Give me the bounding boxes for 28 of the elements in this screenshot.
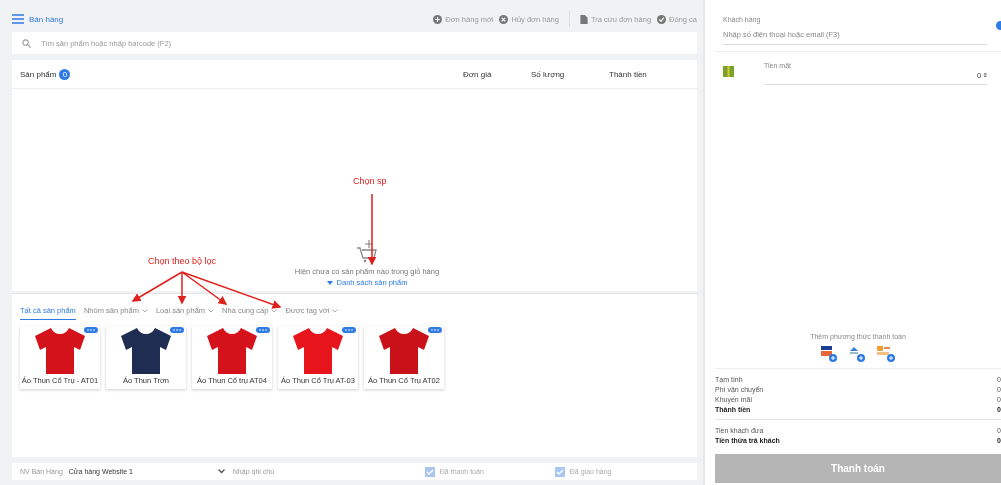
more-badge[interactable] — [428, 327, 442, 333]
plus-icon — [433, 14, 443, 24]
annotation-text: Chọn theo bộ lọc — [148, 256, 217, 266]
more-badge[interactable] — [342, 327, 356, 333]
more-badge[interactable] — [84, 327, 98, 333]
more-badge[interactable] — [256, 327, 270, 333]
cod-payment-icon[interactable] — [876, 346, 896, 362]
checkbox[interactable] — [554, 466, 565, 477]
count-badge: 0 — [59, 68, 71, 80]
cancel-icon — [499, 14, 509, 24]
cart-icon — [356, 239, 378, 263]
check-circle-icon — [657, 14, 667, 24]
menu-icon[interactable] — [12, 14, 24, 24]
column-header: Số lượng — [531, 69, 566, 79]
page-title: Bán hàng — [29, 14, 64, 24]
chevron-down-icon — [217, 469, 225, 474]
annotation-text: Chọn sp — [353, 176, 387, 186]
column-header: Thành tiền — [609, 69, 648, 79]
document-icon — [579, 14, 588, 24]
search-icon — [22, 38, 31, 48]
column-header: Sản phẩm — [20, 69, 57, 79]
caret-icon — [326, 280, 333, 285]
card-payment-icon[interactable] — [820, 346, 838, 362]
cash-icon — [723, 66, 734, 77]
checkbox[interactable] — [424, 466, 435, 477]
bank-payment-icon[interactable] — [848, 346, 866, 362]
column-header: Đơn giá — [463, 69, 493, 79]
more-badge[interactable] — [170, 327, 184, 333]
